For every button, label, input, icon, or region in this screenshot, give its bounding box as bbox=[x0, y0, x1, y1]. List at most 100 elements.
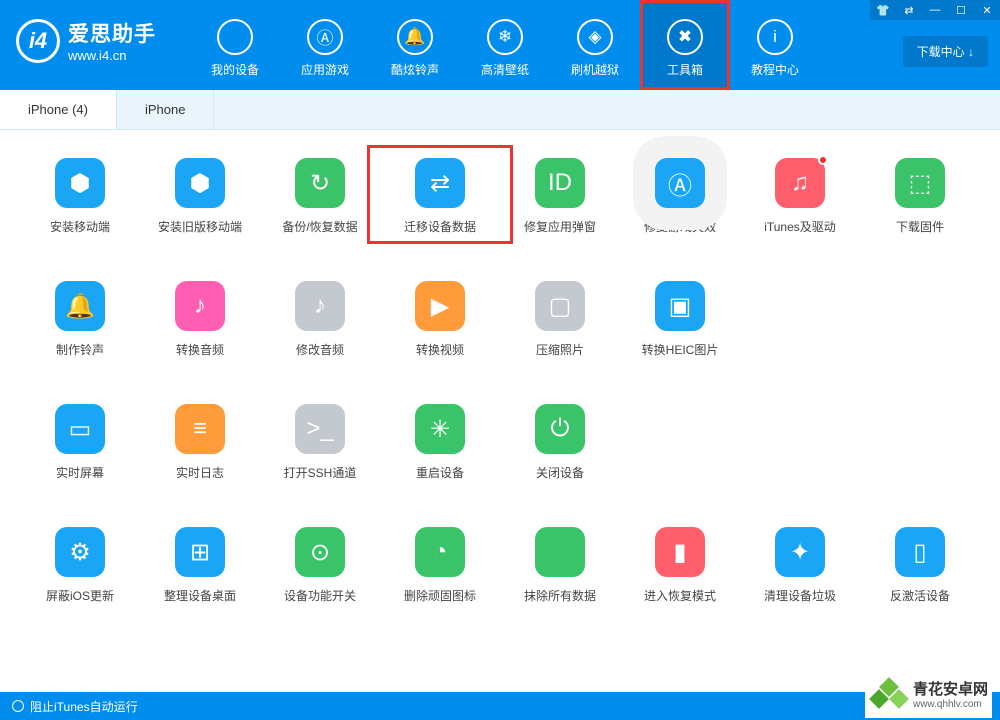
tool-0-4[interactable]: ID修复应用弹窗 bbox=[500, 158, 620, 235]
nav-label: 高清壁纸 bbox=[481, 61, 529, 78]
tool-label: 迁移设备数据 bbox=[404, 218, 476, 235]
tool-0-1[interactable]: ⬢ 安装旧版移动端 bbox=[140, 158, 260, 235]
logo-title: 爱思助手 bbox=[68, 18, 156, 48]
tool-1-5[interactable]: ▣ 转换HEIC图片 bbox=[620, 281, 740, 358]
tool-3-4[interactable]: 抹除所有数据 bbox=[500, 527, 620, 604]
tool-icon: 🔔 bbox=[55, 281, 105, 331]
tool-icon bbox=[535, 527, 585, 577]
tool-label: 安装移动端 bbox=[50, 218, 110, 235]
tool-icon: ♪ bbox=[295, 281, 345, 331]
nav-icon: 🔔 bbox=[397, 19, 433, 55]
tool-icon: ▯ bbox=[895, 527, 945, 577]
tab-0[interactable]: iPhone (4) bbox=[0, 90, 117, 129]
logo: i4 爱思助手 www.i4.cn bbox=[0, 0, 190, 63]
minimize-button[interactable]: — bbox=[922, 0, 948, 20]
tool-icon: ▮ bbox=[655, 527, 705, 577]
tool-label: 整理设备桌面 bbox=[164, 587, 236, 604]
nav-icon: ◈ bbox=[577, 19, 613, 55]
nav-icon: Ⓐ bbox=[307, 19, 343, 55]
tool-2-1[interactable]: ≡实时日志 bbox=[140, 404, 260, 481]
tool-icon: ⏻ bbox=[535, 404, 585, 454]
nav-item-3[interactable]: ❄ 高清壁纸 bbox=[460, 0, 550, 90]
tool-label: 设备功能开关 bbox=[284, 587, 356, 604]
tool-icon: ⊙ bbox=[295, 527, 345, 577]
nav-item-5[interactable]: ✖工具箱 bbox=[640, 0, 730, 90]
tool-label: 压缩照片 bbox=[536, 341, 584, 358]
watermark-sub: www.qhhlv.com bbox=[913, 699, 988, 710]
tool-icon: ▣ bbox=[655, 281, 705, 331]
watermark: 青花安卓网 www.qhhlv.com bbox=[865, 674, 992, 718]
nav-label: 酷炫铃声 bbox=[391, 61, 439, 78]
tool-label: 实时日志 bbox=[176, 464, 224, 481]
nav-icon bbox=[217, 19, 253, 55]
tool-2-4[interactable]: ⏻关闭设备 bbox=[500, 404, 620, 481]
switch-button[interactable]: ⇄ bbox=[896, 0, 922, 20]
tool-2-2[interactable]: >_ 打开SSH通道 bbox=[260, 404, 380, 481]
tool-3-5[interactable]: ▮ 进入恢复模式 bbox=[620, 527, 740, 604]
tool-icon: ✦ bbox=[775, 527, 825, 577]
tool-icon: ⇄ bbox=[415, 158, 465, 208]
tool-icon: ⬢ bbox=[175, 158, 225, 208]
logo-icon: i4 bbox=[16, 19, 60, 63]
tool-0-2[interactable]: ↻备份/恢复数据 bbox=[260, 158, 380, 235]
tool-icon: ✳ bbox=[415, 404, 465, 454]
tool-label: 清理设备垃圾 bbox=[764, 587, 836, 604]
tool-1-4[interactable]: ▢ 压缩照片 bbox=[500, 281, 620, 358]
tool-0-0[interactable]: ⬢ 安装移动端 bbox=[20, 158, 140, 235]
nav-item-0[interactable]: 我的设备 bbox=[190, 0, 280, 90]
tool-icon: ♪ bbox=[175, 281, 225, 331]
tool-1-3[interactable]: ▶ 转换视频 bbox=[380, 281, 500, 358]
tool-icon: ♫ bbox=[775, 158, 825, 208]
tab-1[interactable]: iPhone bbox=[117, 90, 214, 129]
tool-label: 转换HEIC图片 bbox=[642, 341, 719, 358]
device-tabs: iPhone (4)iPhone bbox=[0, 90, 1000, 130]
radio-icon[interactable] bbox=[12, 700, 24, 712]
tool-icon: ▶ bbox=[415, 281, 465, 331]
tool-grid: ⬢ 安装移动端 ⬢ 安装旧版移动端 ↻备份/恢复数据 ⇄ 迁移设备数据 ID修复应用弹窗Ⓐ修复… bbox=[0, 130, 1000, 614]
nav-item-4[interactable]: ◈刷机越狱 bbox=[550, 0, 640, 90]
tool-label: iTunes及驱动 bbox=[764, 218, 836, 235]
tool-icon: >_ bbox=[295, 404, 345, 454]
tool-label: 修改音频 bbox=[296, 341, 344, 358]
theme-button[interactable]: 👕 bbox=[870, 0, 896, 20]
tool-3-7[interactable]: ▯ 反激活设备 bbox=[860, 527, 980, 604]
tool-1-1[interactable]: ♪转换音频 bbox=[140, 281, 260, 358]
maximize-button[interactable]: ☐ bbox=[948, 0, 974, 20]
nav-item-2[interactable]: 🔔 酷炫铃声 bbox=[370, 0, 460, 90]
tool-0-3[interactable]: ⇄ 迁移设备数据 bbox=[374, 152, 506, 237]
tool-label: 安装旧版移动端 bbox=[158, 218, 242, 235]
nav-icon: ❄ bbox=[487, 19, 523, 55]
tool-2-0[interactable]: ▭实时屏幕 bbox=[20, 404, 140, 481]
tool-3-2[interactable]: ⊙ 设备功能开关 bbox=[260, 527, 380, 604]
tool-icon: ▢ bbox=[535, 281, 585, 331]
tool-1-0[interactable]: 🔔制作铃声 bbox=[20, 281, 140, 358]
tool-3-3[interactable]: ◔ 删除顽固图标 bbox=[380, 527, 500, 604]
tool-1-2[interactable]: ♪ 修改音频 bbox=[260, 281, 380, 358]
tool-icon: ⬢ bbox=[55, 158, 105, 208]
logo-subtitle: www.i4.cn bbox=[68, 48, 156, 63]
status-bar: 阻止iTunes自动运行 V7. bbox=[0, 692, 1000, 720]
tool-3-1[interactable]: ⊞ 整理设备桌面 bbox=[140, 527, 260, 604]
close-button[interactable]: ✕ bbox=[974, 0, 1000, 20]
tool-label: 转换视频 bbox=[416, 341, 464, 358]
nav-item-1[interactable]: Ⓐ应用游戏 bbox=[280, 0, 370, 90]
nav-icon: ✖ bbox=[667, 19, 703, 55]
tool-2-3[interactable]: ✳重启设备 bbox=[380, 404, 500, 481]
tool-icon: ◔ bbox=[415, 527, 465, 577]
download-center-button[interactable]: 下载中心 ↓ bbox=[903, 36, 988, 67]
tool-label: 屏蔽iOS更新 bbox=[46, 587, 114, 604]
tool-0-5[interactable]: Ⓐ修复游戏失效 bbox=[620, 158, 740, 235]
tool-label: 打开SSH通道 bbox=[284, 464, 357, 481]
tool-icon: ⊞ bbox=[175, 527, 225, 577]
tool-label: 进入恢复模式 bbox=[644, 587, 716, 604]
tool-icon: Ⓐ bbox=[655, 158, 705, 208]
nav-item-6[interactable]: i教程中心 bbox=[730, 0, 820, 90]
tool-label: 删除顽固图标 bbox=[404, 587, 476, 604]
tool-icon: ⚙ bbox=[55, 527, 105, 577]
tool-3-6[interactable]: ✦ 清理设备垃圾 bbox=[740, 527, 860, 604]
tool-0-6[interactable]: ♫ iTunes及驱动 bbox=[740, 158, 860, 235]
tool-label: 反激活设备 bbox=[890, 587, 950, 604]
tool-0-7[interactable]: ⬚下载固件 bbox=[860, 158, 980, 235]
tool-icon: ▭ bbox=[55, 404, 105, 454]
tool-3-0[interactable]: ⚙ 屏蔽iOS更新 bbox=[20, 527, 140, 604]
